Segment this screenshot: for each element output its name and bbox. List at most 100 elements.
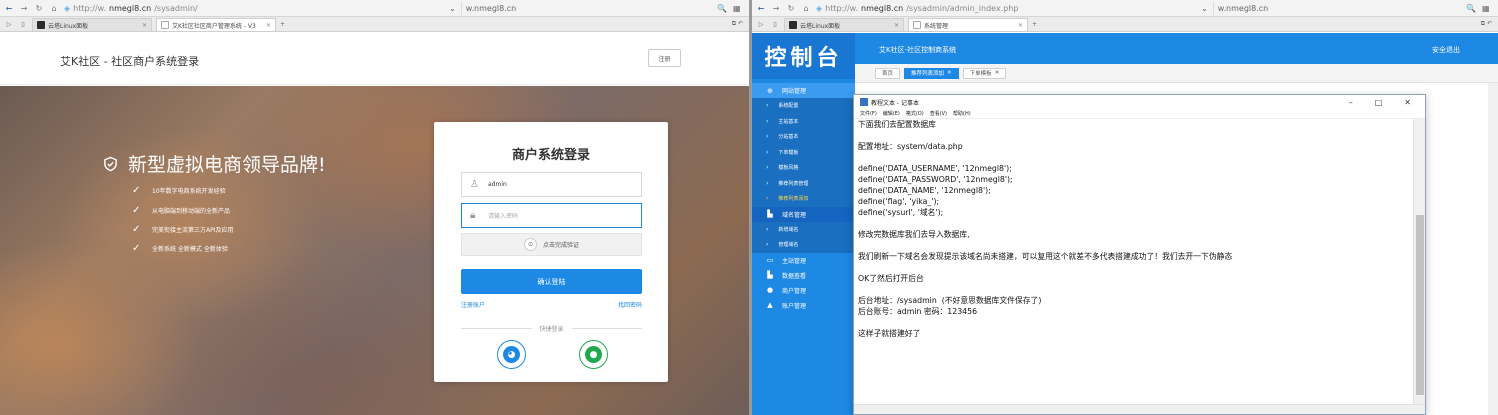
verify-label: 点击完成验证 [542, 242, 579, 249]
page-scrollbar[interactable] [1488, 83, 1498, 415]
menu-sub-item[interactable]: › 推荐列表添加 [752, 191, 855, 207]
captcha-verify-button[interactable]: ⊙ 点击完成验证 [461, 233, 642, 256]
close-tab-icon[interactable]: × [894, 22, 899, 29]
menu-sub-item[interactable]: › 下单模板 [752, 144, 855, 160]
menu-group[interactable]: ⊕ 网站管理 [752, 83, 855, 98]
register-account-link[interactable]: 注册账户 [461, 300, 485, 309]
chevron-right-icon: › [766, 148, 769, 156]
bookmark-icon[interactable]: ▯ [770, 21, 780, 28]
notepad-vertical-scrollbar[interactable] [1413, 119, 1425, 404]
left-address-bar[interactable]: ◈ http://w. nmegl8.cn/sysadmin/ [64, 2, 444, 15]
feature-item: ✓ 10年数字电商系统开发经验 [132, 185, 226, 196]
login-submit-button[interactable]: 确认登陆 [461, 269, 642, 294]
left-search-box[interactable]: w.nmegl8.cn [460, 1, 621, 15]
menu-sub-item[interactable]: › 主站基本 [752, 113, 855, 129]
notepad-horizontal-scrollbar[interactable] [854, 404, 1425, 414]
menu-group[interactable]: ▲ 账户管理 [752, 298, 855, 313]
text-line: 这样子就搭建好了 [858, 329, 921, 338]
minimize-icon[interactable]: – [1349, 98, 1353, 107]
menu-sub-item[interactable]: › 模板风格 [752, 160, 855, 176]
login-card-title: 商户系统登录 [511, 148, 590, 163]
forward-icon[interactable]: → [19, 4, 29, 13]
menu-label: 下单模板 [778, 149, 799, 156]
chevron-right-icon: › [766, 225, 769, 233]
menu-sub-item[interactable]: › 推荐列表管理 [752, 175, 855, 191]
text-line: 下面我们去配置数据库 [858, 120, 936, 129]
chevron-right-icon: › [766, 241, 769, 249]
menu-label: 分站基本 [778, 134, 799, 141]
menu-group[interactable]: ● 商户管理 [752, 283, 855, 298]
dropdown-icon[interactable]: ⌄ [1201, 4, 1208, 13]
close-crumb-icon[interactable]: ✕ [995, 70, 1000, 76]
menu-file[interactable]: 文件(F) [860, 110, 877, 117]
right-address-bar[interactable]: ◈ http://w. nmegl8.cn/sysadmin/admin_inde… [816, 2, 1196, 15]
bookmark-icon[interactable]: ▯ [18, 21, 28, 28]
menu-sub-item[interactable]: › 分站基本 [752, 129, 855, 145]
tab-merchant-login[interactable]: 艾K社区社区商户管理系统 - V3 × [156, 18, 276, 31]
refresh-icon[interactable]: ↻ [786, 4, 796, 13]
menu-help[interactable]: 帮助(H) [953, 110, 971, 117]
close-crumb-icon[interactable]: ✕ [947, 70, 952, 76]
tab-menu-icon[interactable]: ⧉ ↶ [732, 20, 743, 28]
extension-icon[interactable]: ▦ [1482, 4, 1494, 13]
menu-sub-item[interactable]: › 管理域名 [752, 237, 855, 253]
quick-login-label: 快捷登录 [539, 326, 564, 333]
back-icon[interactable]: ← [756, 4, 766, 13]
feature-text: 完美衔接主流第三方API及应用 [152, 227, 234, 234]
menu-sub-item[interactable]: › 新增域名 [752, 221, 855, 237]
left-tab-bar: ▷ ▯ 云塔Linux面板 × 艾K社区社区商户管理系统 - V3 × + ⧉ … [0, 17, 749, 32]
home-icon[interactable]: ⌂ [49, 4, 59, 13]
text-line: OK了然后打开后台 [858, 274, 924, 283]
dropdown-icon[interactable]: ⌄ [449, 4, 456, 13]
close-tab-icon[interactable]: × [142, 22, 147, 29]
menu-format[interactable]: 格式(O) [906, 110, 924, 117]
right-search-box[interactable]: w.nmegl8.cn [1212, 1, 1373, 15]
site-icon: ◈ [64, 3, 71, 13]
forward-icon[interactable]: → [771, 4, 781, 13]
crumb-recommend-add[interactable]: 推荐列表添加 ✕ [904, 67, 959, 79]
panel-favicon-icon [789, 21, 797, 29]
notepad-text-area[interactable]: 下面我们去配置数据库 配置地址：system/data.php define('DA… [858, 119, 1411, 400]
crumb-home[interactable]: 首页 [875, 67, 901, 79]
crumb-order-template[interactable]: 下单模板 ✕ [962, 67, 1007, 79]
search-icon[interactable]: 🔍 [717, 4, 729, 13]
qq-login-button[interactable]: ◕ [497, 340, 526, 369]
tab-panel[interactable]: 云塔Linux面板 × [784, 18, 904, 31]
scroll-thumb[interactable] [1416, 215, 1424, 395]
menu-edit[interactable]: 编辑(E) [883, 110, 900, 117]
search-icon[interactable]: 🔍 [1466, 4, 1478, 13]
maximize-icon[interactable]: □ [1375, 98, 1383, 107]
password-field[interactable]: 🔒︎ 请输入密码 [461, 203, 642, 228]
close-tab-icon[interactable]: × [266, 22, 271, 29]
search-text: w.nmegl8.cn [1217, 3, 1269, 13]
wechat-login-button[interactable]: ● [579, 340, 608, 369]
close-icon[interactable]: ✕ [1404, 98, 1411, 107]
back-icon[interactable]: ← [4, 4, 14, 13]
menu-sub-item[interactable]: › 系统配置 [752, 98, 855, 114]
new-tab-icon[interactable]: + [1032, 21, 1037, 28]
crumb-label: 首页 [882, 71, 894, 77]
tab-panel[interactable]: 云塔Linux面板 × [32, 18, 152, 31]
register-button[interactable]: 注册 [648, 49, 681, 67]
logout-link[interactable]: 安全退出 [1432, 45, 1460, 55]
forgot-password-link[interactable]: 找回密码 [618, 300, 642, 309]
menu-view[interactable]: 查看(V) [930, 110, 947, 117]
home-icon[interactable]: ⌂ [801, 4, 811, 13]
tab-menu-icon[interactable]: ⧉ ↶ [1481, 20, 1492, 28]
menu-group[interactable]: ▙ 数据查看 [752, 268, 855, 283]
sidebar-toggle-icon[interactable]: ▷ [756, 21, 766, 28]
login-links: 注册账户 找回密码 [461, 300, 642, 309]
menu-group[interactable]: ▙ 域名管理 [752, 206, 855, 222]
extension-icon[interactable]: ▦ [733, 4, 745, 13]
tab-system-admin[interactable]: 系统管理 × [908, 18, 1028, 31]
slogan: 新型虚拟电商领导品牌! [103, 150, 326, 177]
verify-icon: ⊙ [523, 238, 537, 251]
refresh-icon[interactable]: ↻ [34, 4, 44, 13]
new-tab-icon[interactable]: + [280, 21, 285, 28]
menu-group[interactable]: ▭ 主站管理 [752, 253, 855, 268]
admin-sidebar: 控制台 ⊕ 网站管理 › 系统配置 › 主站基本 › 分站基本 › 下单模板 › 模板风格 › 推荐列表管… [752, 33, 855, 415]
sidebar-toggle-icon[interactable]: ▷ [4, 21, 14, 28]
notepad-icon [860, 98, 868, 106]
close-tab-icon[interactable]: × [1018, 22, 1023, 29]
username-field[interactable]: ♙ admin [461, 172, 642, 197]
